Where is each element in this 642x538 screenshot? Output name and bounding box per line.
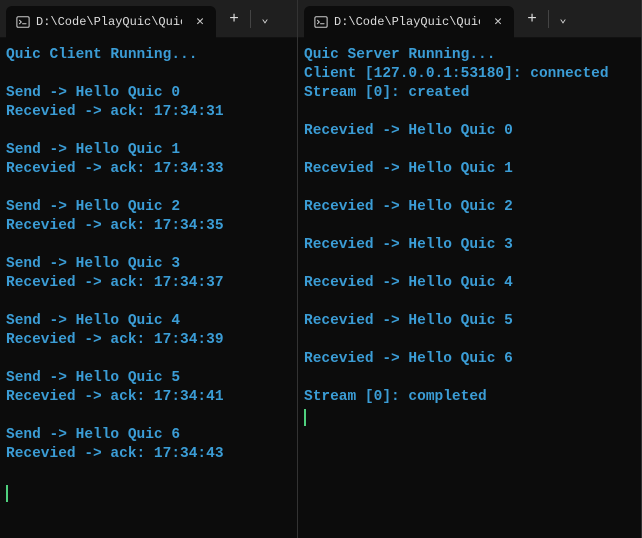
new-tab-button[interactable]: + bbox=[518, 5, 546, 33]
output-line: ​ bbox=[304, 217, 635, 236]
output-line: Send -> Hello Quic 6 bbox=[6, 426, 291, 445]
output-line: Send -> Hello Quic 1 bbox=[6, 141, 291, 160]
cursor bbox=[304, 409, 306, 426]
output-line: ​ bbox=[6, 350, 291, 369]
terminal-pane-client: D:\Code\PlayQuic\QuicClient\ ✕ + ⌄ Quic … bbox=[0, 0, 298, 538]
output-line: Quic Server Running... bbox=[304, 46, 635, 65]
output-line: Send -> Hello Quic 3 bbox=[6, 255, 291, 274]
tab-bar: D:\Code\PlayQuic\QuicClient\ ✕ + ⌄ bbox=[0, 0, 297, 38]
output-line: Recevied -> ack: 17:34:43 bbox=[6, 445, 291, 464]
tab-client[interactable]: D:\Code\PlayQuic\QuicClient\ ✕ bbox=[6, 6, 216, 38]
output-line: ​ bbox=[6, 65, 291, 84]
terminal-output-server[interactable]: Quic Server Running...Client [127.0.0.1:… bbox=[298, 38, 641, 538]
chevron-down-icon[interactable]: ⌄ bbox=[253, 5, 277, 33]
output-line: Stream [0]: completed bbox=[304, 388, 635, 407]
output-line: ​ bbox=[304, 331, 635, 350]
chevron-down-icon[interactable]: ⌄ bbox=[551, 5, 575, 33]
output-line: ​ bbox=[6, 464, 291, 483]
output-line: Recevied -> ack: 17:34:37 bbox=[6, 274, 291, 293]
output-line: Send -> Hello Quic 0 bbox=[6, 84, 291, 103]
terminal-icon bbox=[314, 15, 328, 29]
output-line: ​ bbox=[304, 179, 635, 198]
output-line: Recevied -> Hello Quic 1 bbox=[304, 160, 635, 179]
tab-server[interactable]: D:\Code\PlayQuic\QuicServer ✕ bbox=[304, 6, 514, 38]
terminal-pane-server: D:\Code\PlayQuic\QuicServer ✕ + ⌄ Quic S… bbox=[298, 0, 642, 538]
output-line: ​ bbox=[6, 293, 291, 312]
terminal-icon bbox=[16, 15, 30, 29]
tab-bar: D:\Code\PlayQuic\QuicServer ✕ + ⌄ bbox=[298, 0, 641, 38]
output-line: ​ bbox=[6, 122, 291, 141]
output-line: Recevied -> Hello Quic 6 bbox=[304, 350, 635, 369]
output-line: ​ bbox=[6, 236, 291, 255]
output-line: Recevied -> ack: 17:34:35 bbox=[6, 217, 291, 236]
output-line: Quic Client Running... bbox=[6, 46, 291, 65]
divider bbox=[250, 10, 251, 28]
output-line: Send -> Hello Quic 5 bbox=[6, 369, 291, 388]
output-line: ​ bbox=[304, 293, 635, 312]
terminal-output-client[interactable]: Quic Client Running...​Send -> Hello Qui… bbox=[0, 38, 297, 538]
output-line: Recevied -> ack: 17:34:39 bbox=[6, 331, 291, 350]
output-line: ​ bbox=[6, 179, 291, 198]
output-line: Recevied -> Hello Quic 0 bbox=[304, 122, 635, 141]
output-line: ​ bbox=[304, 255, 635, 274]
output-line: ​ bbox=[6, 407, 291, 426]
output-line: Recevied -> Hello Quic 4 bbox=[304, 274, 635, 293]
tab-title: D:\Code\PlayQuic\QuicClient\ bbox=[36, 15, 182, 29]
close-icon[interactable]: ✕ bbox=[490, 14, 506, 30]
cursor bbox=[6, 485, 8, 502]
divider bbox=[548, 10, 549, 28]
output-line: Recevied -> Hello Quic 2 bbox=[304, 198, 635, 217]
tab-title: D:\Code\PlayQuic\QuicServer bbox=[334, 15, 480, 29]
output-line: ​ bbox=[304, 103, 635, 122]
output-line: Send -> Hello Quic 2 bbox=[6, 198, 291, 217]
new-tab-button[interactable]: + bbox=[220, 5, 248, 33]
close-icon[interactable]: ✕ bbox=[192, 14, 208, 30]
output-line: Recevied -> Hello Quic 3 bbox=[304, 236, 635, 255]
output-line: Recevied -> ack: 17:34:41 bbox=[6, 388, 291, 407]
output-line: Stream [0]: created bbox=[304, 84, 635, 103]
output-line: Send -> Hello Quic 4 bbox=[6, 312, 291, 331]
output-line: Recevied -> Hello Quic 5 bbox=[304, 312, 635, 331]
output-line: ​ bbox=[304, 369, 635, 388]
output-line: Client [127.0.0.1:53180]: connected bbox=[304, 65, 635, 84]
output-line: Recevied -> ack: 17:34:33 bbox=[6, 160, 291, 179]
output-line: ​ bbox=[304, 141, 635, 160]
output-line: Recevied -> ack: 17:34:31 bbox=[6, 103, 291, 122]
